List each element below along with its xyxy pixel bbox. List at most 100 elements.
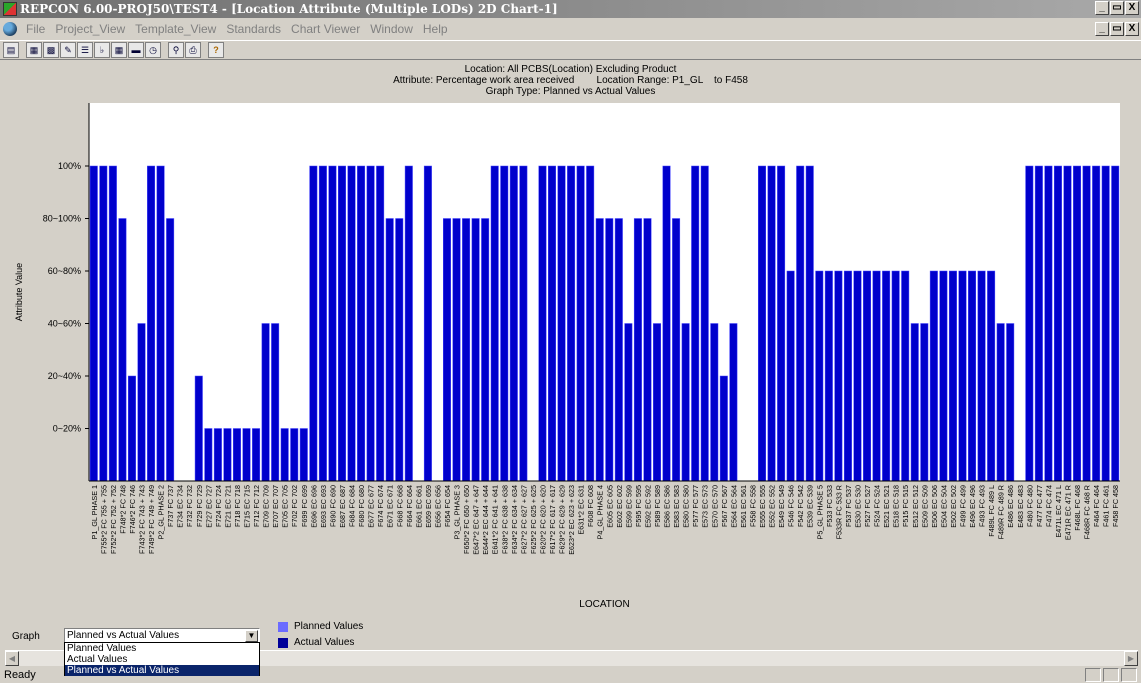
x-tick-label: E671 EC 671 [386, 485, 395, 528]
actual-bar [1025, 165, 1034, 482]
actual-bar [767, 165, 776, 482]
actual-bar [261, 323, 270, 482]
help-icon[interactable]: ? [208, 42, 224, 58]
actual-bar [643, 218, 652, 482]
x-tick-label: F674 FC 674 [376, 485, 385, 527]
menu-chart-viewer[interactable]: Chart Viewer [286, 22, 365, 36]
actual-bar [147, 165, 156, 482]
actual-bar [1082, 165, 1091, 482]
menu-file[interactable]: File [21, 22, 50, 36]
document-icon[interactable] [3, 22, 17, 36]
x-tick-label: E599 EC 599 [624, 485, 633, 528]
grid-icon[interactable]: ▦ [26, 42, 42, 58]
menu-template-view[interactable]: Template_View [130, 22, 221, 36]
actual-bar [204, 428, 213, 482]
x-tick-label: F702 FC 702 [290, 485, 299, 527]
x-tick-label: F533R FC 533 R [834, 485, 843, 539]
graph-icon[interactable]: ♭ [94, 42, 110, 58]
x-tick-label: F752*2 FC 752 + 752 [109, 485, 118, 554]
status-text: Ready [4, 669, 36, 681]
menu-help[interactable]: Help [418, 22, 453, 36]
actual-bar [567, 165, 576, 482]
x-tick-label: F461 FC 461 [1102, 485, 1111, 527]
x-tick-label: F608 FC 608 [586, 485, 595, 527]
actual-bar [948, 270, 957, 482]
option-planned-values[interactable]: Planned Values [65, 643, 259, 654]
actual-bar [901, 270, 910, 482]
x-tick-label: F737 FC 737 [166, 485, 175, 527]
menu-window[interactable]: Window [365, 22, 418, 36]
x-tick-label: F537 FC 537 [844, 485, 853, 527]
restore-button[interactable]: ▭ [1110, 1, 1124, 15]
actual-bar [490, 165, 499, 482]
doc-restore-button[interactable]: ▭ [1110, 22, 1124, 36]
bars-icon[interactable]: ▬ [128, 42, 144, 58]
scroll-right-icon[interactable]: ▶ [1124, 651, 1138, 666]
x-tick-label: F489L FC 489 L [987, 485, 996, 537]
actual-bar [232, 428, 241, 482]
x-tick-label: E586 EC 586 [663, 485, 672, 528]
doc-minimize-button[interactable]: _ [1095, 22, 1109, 36]
legend-actual: Actual Values [278, 637, 354, 648]
x-tick-label: F558 FC 558 [748, 485, 757, 527]
scroll-left-icon[interactable]: ◀ [5, 651, 19, 666]
legend-planned: Planned Values [278, 621, 363, 632]
x-tick-label: E661 EC 661 [414, 485, 423, 528]
option-actual-values[interactable]: Actual Values [65, 654, 259, 665]
list-icon[interactable]: ☰ [77, 42, 93, 58]
actual-bar [471, 218, 480, 482]
actual-bar [166, 218, 175, 482]
actual-bar [624, 323, 633, 482]
doc-close-button[interactable]: X [1125, 22, 1139, 36]
brush-icon[interactable]: ✎ [60, 42, 76, 58]
actual-bar [328, 165, 337, 482]
chart-panel: Location: All PCBS(Location) Excluding P… [2, 61, 1139, 617]
graph-label: Graph [12, 631, 40, 642]
actual-bar [108, 165, 117, 482]
chart-icon[interactable]: ▩ [43, 42, 59, 58]
actual-bar [1101, 165, 1110, 482]
planned-bar [739, 166, 747, 481]
actual-bar [786, 270, 795, 482]
actual-bar [824, 270, 833, 482]
preview-icon[interactable]: ⚲ [168, 42, 184, 58]
actual-bar [977, 270, 986, 482]
actual-bar [729, 323, 738, 482]
menu-standards[interactable]: Standards [221, 22, 286, 36]
option-planned-vs-actual[interactable]: Planned vs Actual Values [65, 665, 259, 676]
actual-bar [347, 165, 356, 482]
actual-bar [538, 165, 547, 482]
actual-bar [423, 165, 432, 482]
x-tick-label: F546 FC 546 [787, 485, 796, 527]
legend-actual-label: Actual Values [294, 637, 355, 648]
actual-bar [366, 165, 375, 482]
x-tick-label: F625*2 FC 625 + 625 [529, 485, 538, 554]
status-panels [1085, 668, 1137, 682]
x-tick-label: F464 FC 464 [1092, 485, 1101, 527]
print-icon[interactable]: ⎙ [185, 42, 201, 58]
new-icon[interactable]: ▤ [3, 42, 19, 58]
actual-swatch [278, 637, 288, 648]
minimize-button[interactable]: _ [1095, 1, 1109, 15]
actual-bar [509, 165, 518, 482]
y-axis-label: Attribute Value [14, 263, 24, 321]
y-tick-label: 80~100% [43, 214, 81, 224]
actual-bar [1044, 165, 1053, 482]
chevron-down-icon[interactable]: ▼ [245, 630, 258, 642]
menu-project-view[interactable]: Project_View [50, 22, 130, 36]
x-tick-label: E734 EC 734 [176, 485, 185, 528]
x-tick-label: E573 EC 573 [701, 485, 710, 528]
actual-bar [338, 165, 346, 482]
app-icon [3, 2, 17, 16]
x-tick-label: F699 FC 699 [300, 485, 309, 527]
close-button[interactable]: X [1125, 1, 1139, 15]
x-tick-label: F629*2 FC 629 + 629 [558, 485, 567, 554]
actual-bar [815, 270, 824, 482]
clock-icon[interactable]: ◷ [145, 42, 161, 58]
x-tick-label: F650*2 FC 650 + 650 [462, 485, 471, 554]
x-tick-label: E580 EC 580 [682, 485, 691, 528]
actual-bar [99, 165, 108, 482]
table-icon[interactable]: ▦ [111, 42, 127, 58]
x-tick-label: E564 EC 564 [729, 485, 738, 528]
status-panel [1121, 668, 1137, 682]
